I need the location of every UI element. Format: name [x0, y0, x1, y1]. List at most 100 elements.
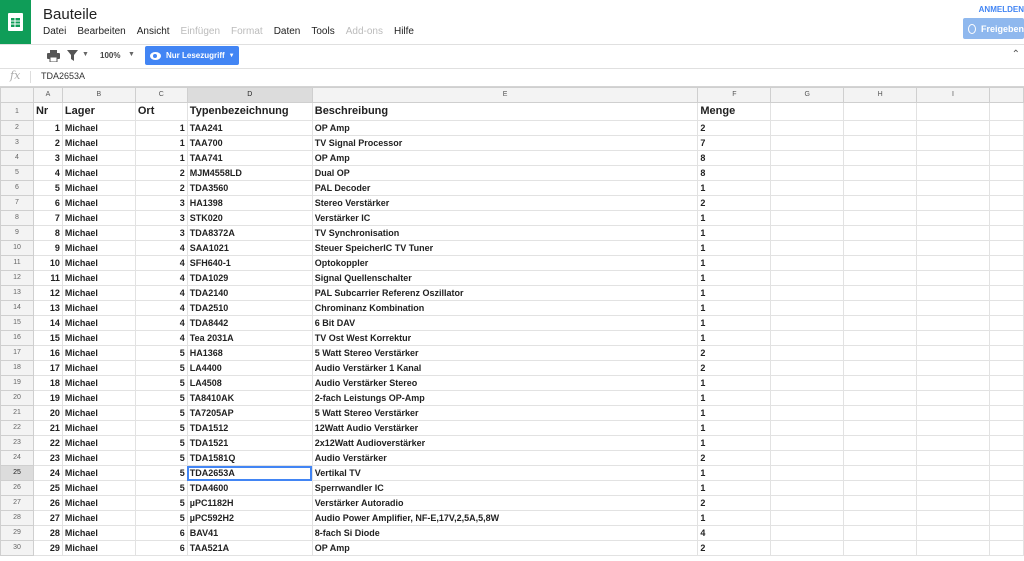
cell[interactable]: 1	[697, 225, 772, 241]
row-header[interactable]: 8	[0, 210, 34, 226]
cell[interactable]: 12Watt Audio Verstärker	[311, 420, 699, 436]
row-header[interactable]: 16	[0, 330, 34, 346]
cell[interactable]: Michael	[61, 270, 136, 286]
cell[interactable]	[988, 240, 1024, 256]
column-header-g[interactable]: G	[770, 87, 845, 103]
cell[interactable]: 15	[32, 330, 63, 346]
cell[interactable]	[770, 345, 845, 361]
cell[interactable]	[988, 450, 1024, 466]
cell[interactable]	[988, 135, 1024, 151]
cell[interactable]: 1	[697, 255, 772, 271]
cell[interactable]: 1	[697, 375, 772, 391]
cell[interactable]	[916, 270, 990, 286]
menu-item-hilfe[interactable]: Hilfe	[394, 26, 414, 37]
cell[interactable]	[916, 405, 990, 421]
cell[interactable]: 8	[697, 165, 772, 181]
row-header[interactable]: 21	[0, 405, 34, 421]
cell[interactable]: 18	[32, 375, 63, 391]
cell[interactable]	[770, 540, 845, 556]
cell[interactable]: Signal Quellenschalter	[311, 270, 699, 286]
row-header[interactable]: 6	[0, 180, 34, 196]
cell[interactable]	[843, 405, 918, 421]
cell[interactable]: PAL Subcarrier Referenz Oszillator	[311, 285, 699, 301]
cell[interactable]	[770, 495, 845, 511]
cell[interactable]	[770, 210, 845, 226]
cell[interactable]: 29	[32, 540, 63, 556]
cell[interactable]	[843, 180, 918, 196]
cell[interactable]: 1	[697, 465, 772, 481]
cell[interactable]: 2	[697, 360, 772, 376]
cell[interactable]	[988, 495, 1024, 511]
cell[interactable]: BAV41	[186, 525, 313, 541]
cell[interactable]: TDA8442	[186, 315, 313, 331]
cell[interactable]	[770, 150, 845, 166]
column-header-c[interactable]: C	[134, 87, 188, 103]
collapse-menu-icon[interactable]: ⌃	[1012, 49, 1020, 60]
cell[interactable]: TDA1029	[186, 270, 313, 286]
cell[interactable]: TA7205AP	[186, 405, 313, 421]
menu-item-ansicht[interactable]: Ansicht	[137, 26, 170, 37]
cell[interactable]: OP Amp	[311, 150, 699, 166]
column-title-cell[interactable]: Menge	[697, 102, 772, 121]
cell[interactable]	[843, 195, 918, 211]
cell[interactable]: 2	[32, 135, 63, 151]
cell[interactable]: 1	[697, 300, 772, 316]
row-header[interactable]: 18	[0, 360, 34, 376]
cell[interactable]	[843, 360, 918, 376]
cell[interactable]	[916, 525, 990, 541]
cell[interactable]	[988, 315, 1024, 331]
cell[interactable]: 1	[32, 120, 63, 136]
cell[interactable]	[770, 330, 845, 346]
view-only-button[interactable]: Nur Lesezugriff ▼	[145, 46, 239, 65]
cell[interactable]: Michael	[61, 525, 136, 541]
cell[interactable]	[916, 150, 990, 166]
cell[interactable]: LA4400	[186, 360, 313, 376]
cell[interactable]: 4	[134, 330, 188, 346]
cell[interactable]: 2	[697, 345, 772, 361]
sheets-logo-icon[interactable]	[0, 0, 31, 44]
cell[interactable]: 2	[697, 120, 772, 136]
menu-item-bearbeiten[interactable]: Bearbeiten	[77, 26, 125, 37]
cell[interactable]: 2	[697, 450, 772, 466]
column-title-cell[interactable]	[916, 102, 990, 121]
cell[interactable]: Sperrwandler IC	[311, 480, 699, 496]
cell[interactable]	[988, 405, 1024, 421]
cell[interactable]: Michael	[61, 210, 136, 226]
cell[interactable]: Michael	[61, 120, 136, 136]
cell[interactable]	[843, 540, 918, 556]
row-header[interactable]: 12	[0, 270, 34, 286]
cell[interactable]: Audio Power Amplifier, NF-E,17V,2,5A,5,8…	[311, 510, 699, 526]
row-header[interactable]: 1	[0, 102, 34, 121]
cell[interactable]: 19	[32, 390, 63, 406]
cell[interactable]: Michael	[61, 150, 136, 166]
cell[interactable]: TAA700	[186, 135, 313, 151]
cell[interactable]: 1	[697, 390, 772, 406]
cell[interactable]: 3	[134, 210, 188, 226]
cell[interactable]: 2	[134, 180, 188, 196]
cell[interactable]	[843, 315, 918, 331]
cell[interactable]	[916, 390, 990, 406]
cell[interactable]: Michael	[61, 540, 136, 556]
column-header-e[interactable]: E	[311, 87, 699, 103]
row-header[interactable]: 5	[0, 165, 34, 181]
cell[interactable]	[843, 345, 918, 361]
cell[interactable]: HA1368	[186, 345, 313, 361]
cell[interactable]: Michael	[61, 225, 136, 241]
cell[interactable]	[988, 165, 1024, 181]
cell[interactable]	[988, 270, 1024, 286]
cell[interactable]: Michael	[61, 510, 136, 526]
cell[interactable]	[843, 495, 918, 511]
cell[interactable]: Michael	[61, 165, 136, 181]
cell[interactable]: 1	[697, 315, 772, 331]
column-title-cell[interactable]: Beschreibung	[311, 102, 699, 121]
cell[interactable]: Michael	[61, 375, 136, 391]
cell[interactable]: Steuer SpeicherIC TV Tuner	[311, 240, 699, 256]
filter-icon[interactable]	[67, 50, 78, 61]
cell[interactable]	[988, 180, 1024, 196]
cell[interactable]	[916, 435, 990, 451]
cell[interactable]: 4	[134, 240, 188, 256]
cell[interactable]	[770, 195, 845, 211]
cell[interactable]	[770, 390, 845, 406]
cell[interactable]: Michael	[61, 495, 136, 511]
cell[interactable]: Michael	[61, 465, 136, 481]
